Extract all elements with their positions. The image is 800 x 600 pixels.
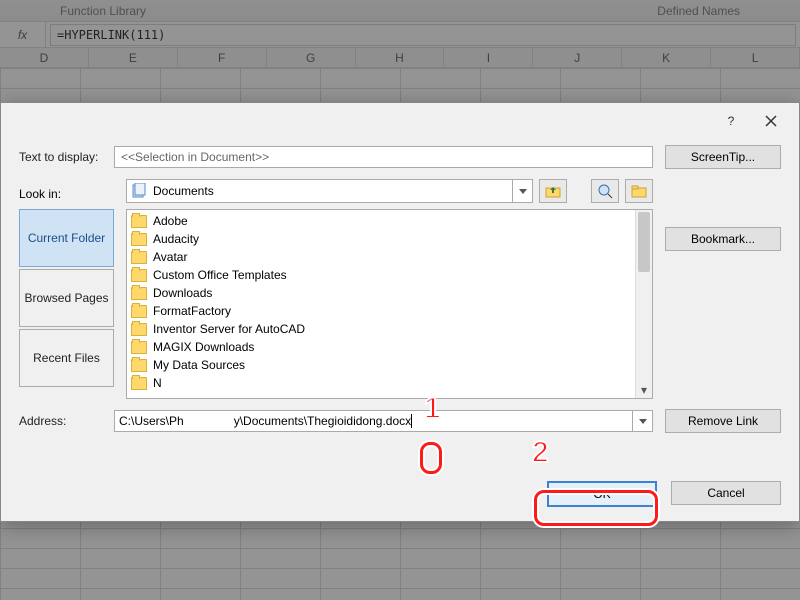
folder-icon	[131, 377, 147, 390]
list-item-label: Custom Office Templates	[153, 268, 287, 282]
list-item-label: N	[153, 376, 162, 390]
list-item[interactable]: My Data Sources	[131, 356, 631, 374]
list-item[interactable]: Custom Office Templates	[131, 266, 631, 284]
list-item-label: Avatar	[153, 250, 187, 264]
scroll-down-arrow[interactable]: ▾	[636, 381, 652, 398]
close-button[interactable]	[751, 107, 791, 135]
list-item[interactable]: Downloads	[131, 284, 631, 302]
list-item[interactable]: N	[131, 374, 631, 392]
address-value-pre: C:\Users\Ph	[119, 414, 184, 428]
list-item-label: Downloads	[153, 286, 212, 300]
text-cursor	[411, 414, 412, 428]
remove-link-button[interactable]: Remove Link	[665, 409, 781, 433]
folder-up-icon	[545, 184, 561, 198]
globe-search-icon	[597, 183, 613, 199]
list-item-label: MAGIX Downloads	[153, 340, 254, 354]
browse-file-button[interactable]	[625, 179, 653, 203]
scroll-thumb[interactable]	[638, 212, 650, 272]
list-item[interactable]: FormatFactory	[131, 302, 631, 320]
folder-icon	[131, 305, 147, 318]
folder-icon	[131, 341, 147, 354]
browse-web-button[interactable]	[591, 179, 619, 203]
up-one-level-button[interactable]	[539, 179, 567, 203]
list-item[interactable]: Inventor Server for AutoCAD	[131, 320, 631, 338]
list-item-label: Audacity	[153, 232, 199, 246]
look-in-label: Look in:	[19, 179, 114, 209]
file-list[interactable]: Adobe Audacity Avatar Custom Office Temp…	[126, 209, 653, 399]
list-item[interactable]: Avatar	[131, 248, 631, 266]
folder-icon	[131, 323, 147, 336]
text-to-display-input[interactable]	[114, 146, 653, 168]
look-in-combo[interactable]: Documents	[126, 179, 533, 203]
list-item-label: Adobe	[153, 214, 188, 228]
ok-button[interactable]: OK	[547, 481, 657, 507]
tab-recent-files[interactable]: Recent Files	[19, 329, 114, 387]
text-to-display-label: Text to display:	[19, 150, 114, 164]
folder-icon	[131, 215, 147, 228]
folder-icon	[131, 251, 147, 264]
list-item[interactable]: MAGIX Downloads	[131, 338, 631, 356]
close-icon	[765, 115, 777, 127]
redacted-segment	[184, 414, 234, 428]
documents-icon	[131, 183, 147, 199]
address-dropdown-arrow[interactable]	[632, 411, 652, 431]
list-item[interactable]: Adobe	[131, 212, 631, 230]
dialog-titlebar: ?	[1, 103, 799, 139]
list-item-label: FormatFactory	[153, 304, 231, 318]
folder-icon	[131, 269, 147, 282]
look-in-value: Documents	[153, 184, 214, 198]
chevron-down-icon	[639, 419, 647, 424]
look-in-dropdown-arrow[interactable]	[512, 180, 532, 202]
screentip-button[interactable]: ScreenTip...	[665, 145, 781, 169]
list-item[interactable]: Audacity	[131, 230, 631, 248]
folder-icon	[131, 233, 147, 246]
folder-icon	[131, 287, 147, 300]
tab-current-folder[interactable]: Current Folder	[19, 209, 114, 267]
chevron-down-icon	[519, 189, 527, 194]
insert-hyperlink-dialog: ? Text to display: ScreenTip... Look in:…	[0, 102, 800, 522]
bookmark-button[interactable]: Bookmark...	[665, 227, 781, 251]
address-label: Address:	[19, 414, 114, 428]
address-input[interactable]: C:\Users\Ph y\Documents\Thegioididong.do…	[114, 410, 653, 432]
folder-icon	[131, 359, 147, 372]
tab-browsed-pages[interactable]: Browsed Pages	[19, 269, 114, 327]
address-value-post: y\Documents\Thegioididong.docx	[234, 414, 411, 428]
cancel-button[interactable]: Cancel	[671, 481, 781, 505]
help-icon: ?	[728, 114, 735, 128]
list-item-label: My Data Sources	[153, 358, 245, 372]
help-button[interactable]: ?	[711, 107, 751, 135]
list-item-label: Inventor Server for AutoCAD	[153, 322, 305, 336]
open-folder-icon	[631, 184, 647, 198]
file-list-scrollbar[interactable]: ▴ ▾	[635, 210, 652, 398]
